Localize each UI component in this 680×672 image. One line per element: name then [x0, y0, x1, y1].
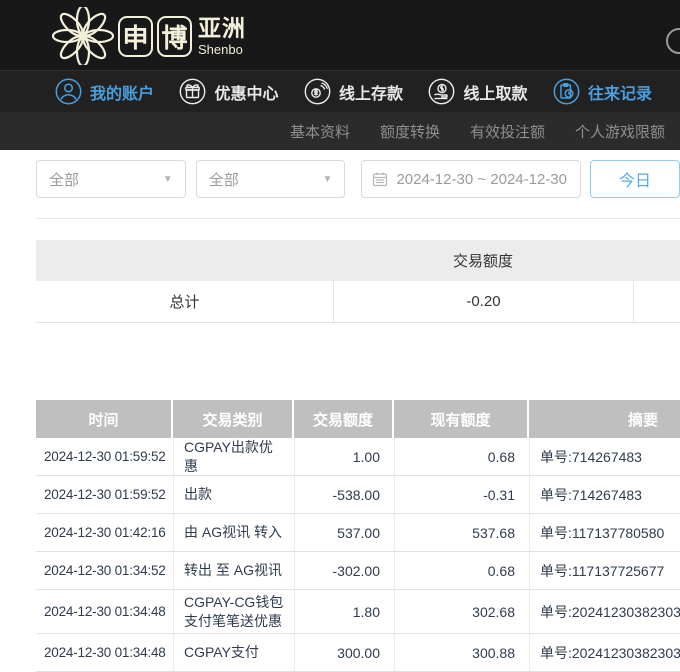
withdraw-coin-icon: [428, 78, 455, 105]
table-row: 2024-12-30 01:42:16 由 AG视讯 转入 537.00 537…: [36, 514, 680, 552]
table-row: 2024-12-30 01:34:52 转出 至 AG视讯 -302.00 0.…: [36, 552, 680, 590]
nav-item-online-withdrawal[interactable]: 线上取款: [428, 78, 527, 105]
summary-empty-cell: [633, 281, 680, 322]
cell-balance: 0.68: [394, 438, 529, 475]
cell-summary: 单号:117137780580: [529, 514, 680, 551]
nav-item-promotions[interactable]: 优惠中心: [179, 78, 278, 105]
account-sub-navigation: 基本资料 额度转换 有效投注额 个人游戏限额: [0, 112, 680, 150]
type-select[interactable]: 全部 ▼: [196, 160, 346, 198]
cell-balance: 302.68: [394, 590, 529, 633]
section-divider: [36, 218, 680, 219]
chevron-down-icon: ▼: [163, 174, 173, 185]
cut-off-user-icon[interactable]: [666, 28, 680, 54]
col-header-time: 时间: [36, 400, 173, 438]
date-range-input[interactable]: 2024-12-30 ~ 2024-12-30: [361, 160, 581, 198]
records-clipboard-icon: [553, 78, 580, 105]
summary-header-amount: 交易额度: [333, 250, 633, 271]
cell-time: 2024-12-30 01:59:52: [36, 438, 173, 475]
cell-type: CGPAY-CG钱包支付笔笔送优惠: [173, 590, 294, 633]
cell-balance: 300.88: [394, 634, 529, 671]
cell-summary: 单号:2024123038230344: [529, 634, 680, 671]
cell-balance: -0.31: [394, 476, 529, 513]
table-row: 2024-12-30 01:34:48 CGPAY-CG钱包支付笔笔送优惠 1.…: [36, 590, 680, 634]
cell-balance: 537.68: [394, 514, 529, 551]
nav-label: 线上取款: [463, 80, 527, 104]
nav-label: 我的账户: [90, 80, 154, 104]
flower-logo-icon: [52, 7, 114, 65]
table-row: 2024-12-30 01:34:48 CGPAY支付 300.00 300.8…: [36, 634, 680, 672]
page: 申 博 亚洲 Shenbo 我的账户: [0, 0, 680, 672]
subnav-item-credit-transfer[interactable]: 额度转换: [380, 121, 440, 142]
cell-time: 2024-12-30 01:34:48: [36, 590, 173, 633]
cell-time: 2024-12-30 01:34:52: [36, 552, 173, 589]
cell-summary: 单号:714267483: [529, 476, 680, 513]
logo-char-bo: 博: [157, 16, 192, 57]
cell-amount: 300.00: [294, 634, 394, 671]
summary-table: 交易额度 总计 -0.20: [36, 240, 680, 323]
nav-item-online-deposit[interactable]: 线上存款: [304, 78, 403, 105]
today-button[interactable]: 今日: [590, 160, 680, 198]
summary-total-label: 总计: [36, 281, 333, 322]
cell-amount: 1.80: [294, 590, 394, 633]
user-circle-icon: [55, 78, 82, 105]
transactions-table: 时间 交易类别 交易额度 现有额度 摘要 2024-12-30 01:59:52…: [36, 400, 680, 672]
col-header-balance: 现有额度: [394, 400, 529, 438]
cell-type: CGPAY出款优惠: [173, 438, 294, 475]
table-row: 2024-12-30 01:59:52 出款 -538.00 -0.31 单号:…: [36, 476, 680, 514]
brand-logo[interactable]: 申 博 亚洲 Shenbo: [52, 7, 246, 65]
nav-label: 优惠中心: [214, 80, 278, 104]
cell-type: 转出 至 AG视讯: [173, 552, 294, 589]
summary-header-row: 交易额度: [36, 240, 680, 281]
table-row: 2024-12-30 01:59:52 CGPAY出款优惠 1.00 0.68 …: [36, 438, 680, 476]
col-header-amount: 交易额度: [294, 400, 394, 438]
cell-summary: 单号:117137725677: [529, 552, 680, 589]
gift-circle-icon: [179, 78, 206, 105]
col-header-summary: 摘要: [529, 400, 680, 438]
date-range-value: 2024-12-30 ~ 2024-12-30: [396, 171, 567, 188]
cell-time: 2024-12-30 01:34:48: [36, 634, 173, 671]
summary-total-row: 总计 -0.20: [36, 281, 680, 323]
cell-type: 出款: [173, 476, 294, 513]
category-select[interactable]: 全部 ▼: [36, 160, 186, 198]
brand-wordmark: 亚洲 Shenbo: [198, 17, 246, 56]
brand-region-label: 亚洲: [198, 17, 246, 40]
subnav-item-valid-bets[interactable]: 有效投注额: [470, 121, 545, 142]
today-button-label: 今日: [619, 167, 651, 191]
cell-type: CGPAY支付: [173, 634, 294, 671]
cell-summary: 单号:2024123038230344: [529, 590, 680, 633]
category-select-value: 全部: [49, 169, 79, 190]
cell-summary: 单号:714267483: [529, 438, 680, 475]
top-brand-bar: 申 博 亚洲 Shenbo: [0, 0, 680, 70]
cell-amount: -302.00: [294, 552, 394, 589]
nav-label: 往来记录: [588, 80, 652, 104]
type-select-value: 全部: [209, 169, 239, 190]
cell-time: 2024-12-30 01:59:52: [36, 476, 173, 513]
cell-amount: 1.00: [294, 438, 394, 475]
logo-char-shen: 申: [118, 16, 153, 57]
nav-item-my-account[interactable]: 我的账户: [55, 78, 154, 105]
nav-item-transaction-records[interactable]: 往来记录: [553, 78, 652, 105]
calendar-icon: [372, 171, 388, 187]
transactions-header-row: 时间 交易类别 交易额度 现有额度 摘要: [36, 400, 680, 438]
subnav-item-personal-game-limit[interactable]: 个人游戏限额: [575, 121, 665, 142]
cell-time: 2024-12-30 01:42:16: [36, 514, 173, 551]
subnav-item-basic-info[interactable]: 基本资料: [290, 121, 350, 142]
cell-type: 由 AG视讯 转入: [173, 514, 294, 551]
cell-amount: 537.00: [294, 514, 394, 551]
chevron-down-icon: ▼: [323, 174, 333, 185]
deposit-coin-icon: [304, 78, 331, 105]
filter-bar: 全部 ▼ 全部 ▼ 2024-12-30 ~ 2024-12-30 今日: [36, 160, 680, 198]
summary-total-value: -0.20: [333, 281, 633, 322]
col-header-type: 交易类别: [173, 400, 294, 438]
nav-label: 线上存款: [339, 80, 403, 104]
cell-amount: -538.00: [294, 476, 394, 513]
main-navigation: 我的账户 优惠中心: [0, 70, 680, 112]
cell-balance: 0.68: [394, 552, 529, 589]
brand-subtitle: Shenbo: [198, 43, 246, 56]
